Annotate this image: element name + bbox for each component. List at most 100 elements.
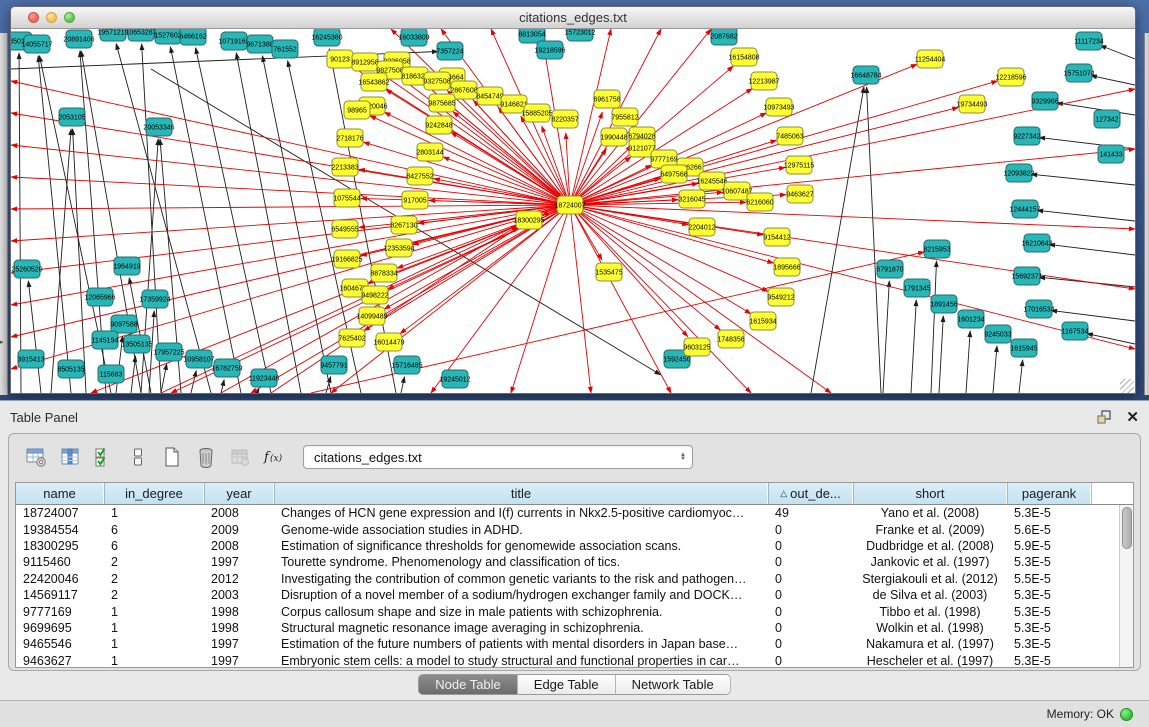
table-row[interactable]: 1872400712008Changes of HCN gene express…	[16, 505, 1133, 521]
graph-node[interactable]: 10653287	[125, 29, 156, 41]
graph-node[interactable]: 1791345	[903, 279, 930, 297]
graph-node[interactable]: 12975115	[784, 156, 815, 174]
graph-node[interactable]: 2053105	[58, 108, 85, 126]
graph-node[interactable]: 15716485	[391, 356, 422, 374]
table-row[interactable]: 1938455462009Genome-wide association stu…	[16, 521, 1133, 537]
graph-node[interactable]: 9327508	[423, 72, 450, 90]
tab-node-table[interactable]: Node Table	[418, 674, 518, 695]
table-row[interactable]: 946362711997Embryonic stem cells: a mode…	[16, 653, 1133, 667]
control-panel-collapsed-strip[interactable]: ▸	[0, 33, 8, 395]
graph-node[interactable]: 19245012	[439, 370, 470, 388]
delete-table-icon[interactable]	[191, 445, 221, 469]
graph-node[interactable]: 12218596	[995, 68, 1026, 86]
graph-node[interactable]: 10958107	[183, 350, 214, 368]
graph-node[interactable]: 17957225	[153, 343, 184, 361]
graph-node[interactable]: 20891406	[63, 30, 94, 48]
column-header-out_de[interactable]: △out_de...	[768, 483, 853, 504]
graph-node[interactable]: 16245546	[696, 172, 727, 190]
graph-node[interactable]: 12444157	[1009, 200, 1040, 218]
graph-node[interactable]: 1964919	[113, 257, 140, 275]
graph-node[interactable]: 12213987	[748, 72, 779, 90]
table-row[interactable]: 1830029562008Estimation of significance …	[16, 538, 1133, 554]
function-builder-icon[interactable]: f(x)	[259, 445, 289, 469]
table-row[interactable]: 2242004622012Investigating the contribut…	[16, 571, 1133, 587]
column-header-title[interactable]: title	[274, 483, 768, 504]
graph-node[interactable]: 10973493	[763, 98, 794, 116]
graph-node[interactable]: 12353594	[383, 239, 414, 257]
graph-node[interactable]: 10719165	[218, 32, 249, 50]
graph-node[interactable]: 1167534	[1062, 322, 1089, 340]
column-header-in_degree[interactable]: in_degree	[104, 483, 204, 504]
graph-hub-node[interactable]: 18724007	[554, 196, 585, 214]
graph-node[interactable]: 8912958	[351, 53, 378, 71]
table-row[interactable]: 977716911998Corpus callosum shape and si…	[16, 603, 1133, 619]
table-row[interactable]: 946554611997Estimation of the future num…	[16, 636, 1133, 652]
graph-node[interactable]: 2213383	[331, 158, 358, 176]
graph-node[interactable]: 8220357	[551, 110, 578, 128]
graph-node[interactable]: 19734493	[956, 95, 987, 113]
results-panel-collapsed-strip[interactable]	[1144, 33, 1149, 395]
graph-node[interactable]: 9671388	[246, 35, 273, 53]
graph-node[interactable]: 9242848	[425, 116, 452, 134]
graph-node[interactable]: 115683	[98, 365, 124, 383]
table-row[interactable]: 969969511998Structural magnetic resonanc…	[16, 620, 1133, 636]
graph-node[interactable]: 9549212	[767, 288, 794, 306]
graph-node[interactable]: 9245033	[984, 325, 1011, 343]
tab-network-table[interactable]: Network Table	[616, 674, 731, 695]
graph-node[interactable]: 15885205	[521, 104, 552, 122]
graph-node[interactable]: 25260520	[11, 260, 42, 278]
graph-node[interactable]: 9457791	[320, 356, 347, 374]
graph-node[interactable]: 15751074	[1063, 64, 1094, 82]
graph-node[interactable]: 8215953	[923, 240, 950, 258]
network-window-titlebar[interactable]: citations_edges.txt	[11, 7, 1135, 29]
graph-node[interactable]: 1748356	[717, 330, 744, 348]
import-table-icon[interactable]	[225, 445, 255, 469]
graph-node[interactable]: 16014479	[373, 333, 404, 351]
new-table-icon[interactable]	[157, 445, 187, 469]
close-window-button[interactable]	[28, 12, 39, 23]
graph-node[interactable]: 1990448	[600, 128, 627, 146]
graph-node[interactable]: 7955812	[611, 108, 638, 126]
graph-node[interactable]: 9097588	[110, 315, 137, 333]
graph-node[interactable]: 17359924	[139, 290, 170, 308]
graph-node[interactable]: 6466162	[179, 29, 206, 45]
table-row[interactable]: 911546021997Tourette syndrome. Phenomeno…	[16, 554, 1133, 570]
graph-node[interactable]: 6216060	[746, 193, 773, 211]
network-canvas[interactable]: 8501314055717208914061957121910653287152…	[11, 29, 1135, 394]
graph-node[interactable]: 18300295	[513, 211, 544, 229]
graph-node[interactable]: 3216045	[678, 190, 705, 208]
graph-node[interactable]: 19166825	[331, 250, 362, 268]
network-table-select[interactable]: citations_edges.txt ▲▼	[303, 445, 693, 469]
graph-node[interactable]: 1535475	[595, 263, 622, 281]
graph-node[interactable]: 1891456	[930, 295, 957, 313]
maximize-window-button[interactable]	[64, 12, 75, 23]
graph-node[interactable]: 9603125	[683, 338, 710, 356]
minimize-window-button[interactable]	[46, 12, 57, 23]
column-header-name[interactable]: name	[16, 483, 104, 504]
graph-node[interactable]: 16543862	[358, 73, 389, 91]
graph-node[interactable]: 1615945	[1010, 339, 1037, 357]
graph-node[interactable]: 9154412	[763, 228, 790, 246]
graph-node[interactable]: 16210643	[1021, 234, 1052, 252]
graph-node[interactable]: 8505135	[57, 360, 84, 378]
graph-node[interactable]: 90123	[327, 50, 353, 68]
graph-node[interactable]: 6497568	[660, 165, 687, 183]
graph-node[interactable]: 11923446	[249, 369, 280, 387]
graph-node[interactable]: 98965	[344, 101, 370, 119]
table-scrollbar-thumb[interactable]	[1122, 507, 1132, 549]
graph-node[interactable]: 20053346	[143, 118, 174, 136]
graph-node[interactable]: 8267130	[390, 216, 417, 234]
memory-status-icon[interactable]	[1120, 708, 1133, 721]
float-panel-icon[interactable]	[1096, 409, 1112, 425]
tab-edge-table[interactable]: Edge Table	[518, 674, 616, 695]
table-scrollbar[interactable]	[1119, 505, 1133, 667]
graph-node[interactable]: 1895666	[773, 258, 800, 276]
select-column-icon[interactable]	[55, 445, 85, 469]
graph-node[interactable]: 1527602	[154, 29, 181, 44]
graph-node[interactable]: 2803144	[416, 143, 443, 161]
graph-node[interactable]: 15692371	[1011, 267, 1042, 285]
graph-node[interactable]: 16154808	[728, 48, 759, 66]
graph-node[interactable]: 7485063	[776, 127, 803, 145]
graph-node[interactable]: 9463627	[786, 185, 813, 203]
graph-node[interactable]: 6549555	[331, 220, 358, 238]
